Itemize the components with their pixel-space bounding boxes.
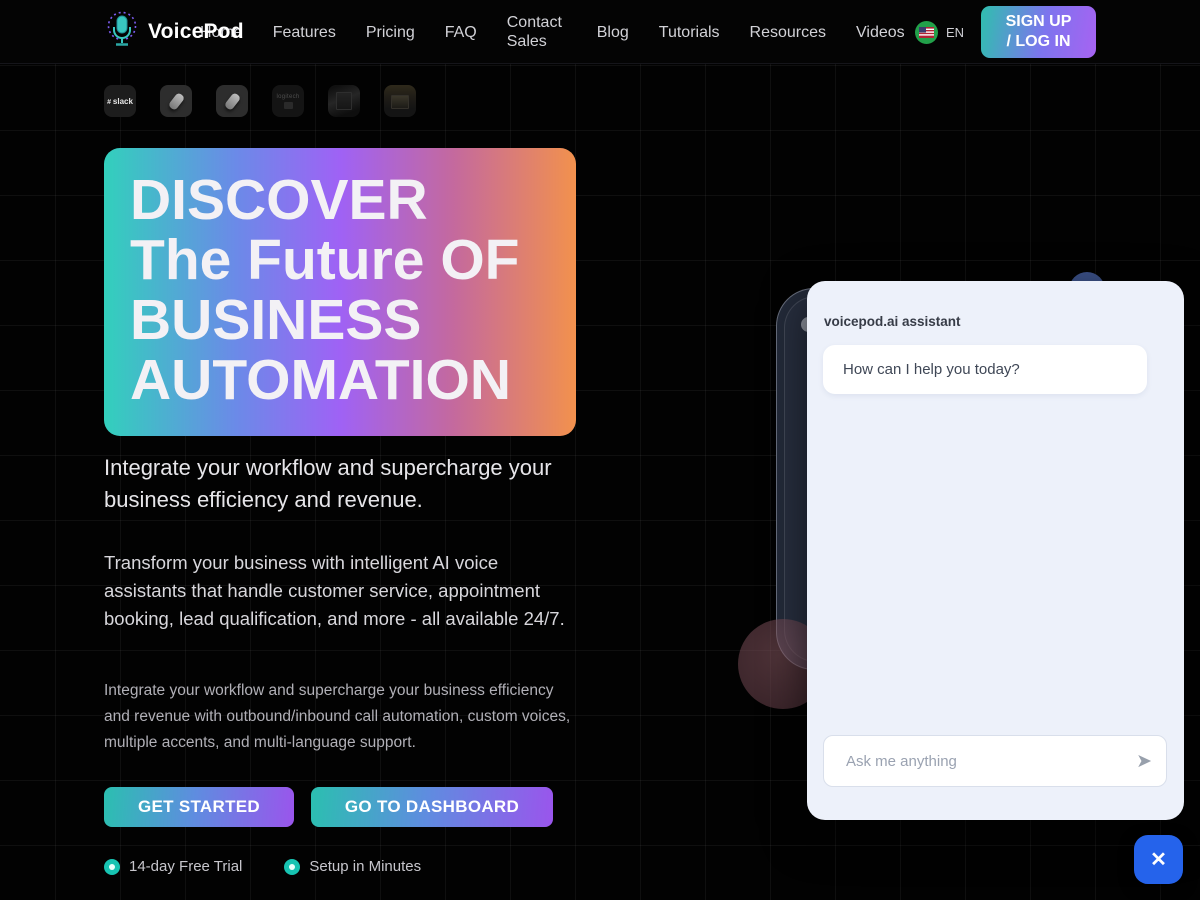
title-line: The Future OF [130, 230, 550, 290]
signup-line2: / LOG IN [1007, 32, 1071, 52]
get-started-button[interactable]: GET STARTED [104, 787, 294, 827]
device-logo-badge [160, 85, 192, 117]
nav-item-resources[interactable]: Resources [750, 23, 826, 42]
language-selector[interactable]: EN [915, 0, 964, 64]
product-photo-badge [384, 85, 416, 117]
nav-links: Home Features Pricing FAQ Contact Sales … [200, 0, 905, 64]
close-icon: ✕ [1150, 850, 1167, 870]
bullet-setup: Setup in Minutes [284, 858, 421, 875]
title-line: DISCOVER [130, 170, 550, 230]
chat-widget: voicepod.ai assistant How can I help you… [807, 281, 1184, 820]
bullet-label: 14-day Free Trial [129, 858, 242, 875]
signup-line1: SIGN UP [1006, 12, 1072, 32]
hero-gradient-card: DISCOVER The Future OF BUSINESS AUTOMATI… [104, 148, 576, 436]
cta-row: GET STARTED GO TO DASHBOARD [104, 787, 553, 827]
radio-dot-icon [284, 859, 300, 875]
chat-widget-title: voicepod.ai assistant [824, 314, 961, 329]
slack-logo-badge: slack [104, 85, 136, 117]
language-code: EN [946, 25, 964, 40]
chat-input-row: ➤ [823, 735, 1167, 787]
brand-logo[interactable]: VoicePod [104, 0, 244, 64]
hero-description: Transform your business with intelligent… [104, 549, 584, 633]
page-title: DISCOVER The Future OF BUSINESS AUTOMATI… [130, 170, 550, 410]
send-icon[interactable]: ➤ [1136, 752, 1152, 771]
chat-input[interactable] [844, 752, 1128, 771]
device-logo-badge [216, 85, 248, 117]
signup-login-button[interactable]: SIGN UP / LOG IN [981, 6, 1096, 58]
nav-item-tutorials[interactable]: Tutorials [659, 23, 720, 42]
slack-logo-label: slack [107, 97, 133, 106]
landing-page: Home Features Pricing FAQ Contact Sales … [0, 0, 1200, 900]
nav-item-videos[interactable]: Videos [856, 23, 905, 42]
bullet-label: Setup in Minutes [309, 858, 421, 875]
brand-name: VoicePod [148, 20, 244, 44]
chat-message-bubble: How can I help you today? [823, 345, 1147, 394]
go-to-dashboard-button[interactable]: GO TO DASHBOARD [311, 787, 553, 827]
logitech-logo-label: logitech [276, 94, 299, 100]
chat-message-text: How can I help you today? [843, 361, 1020, 378]
navbar: Home Features Pricing FAQ Contact Sales … [0, 0, 1200, 64]
title-line: BUSINESS [130, 290, 550, 350]
microphone-logo-icon [104, 10, 140, 55]
us-flag-icon [915, 21, 938, 44]
hero-subtitle: Integrate your workflow and supercharge … [104, 452, 566, 516]
nav-item-features[interactable]: Features [273, 23, 336, 42]
nav-item-pricing[interactable]: Pricing [366, 23, 415, 42]
close-chat-button[interactable]: ✕ [1134, 835, 1183, 884]
nav-item-blog[interactable]: Blog [597, 23, 629, 42]
nav-item-faq[interactable]: FAQ [445, 23, 477, 42]
product-photo-badge [328, 85, 360, 117]
nav-item-contact-sales[interactable]: Contact Sales [507, 13, 567, 51]
partner-logo-row: slack logitech [104, 85, 416, 117]
bullet-free-trial: 14-day Free Trial [104, 858, 242, 875]
feature-bullets: 14-day Free Trial Setup in Minutes [104, 858, 421, 875]
hero-description-secondary: Integrate your workflow and supercharge … [104, 678, 582, 756]
title-line: AUTOMATION [130, 350, 550, 410]
radio-dot-icon [104, 859, 120, 875]
logitech-logo-badge: logitech [272, 85, 304, 117]
